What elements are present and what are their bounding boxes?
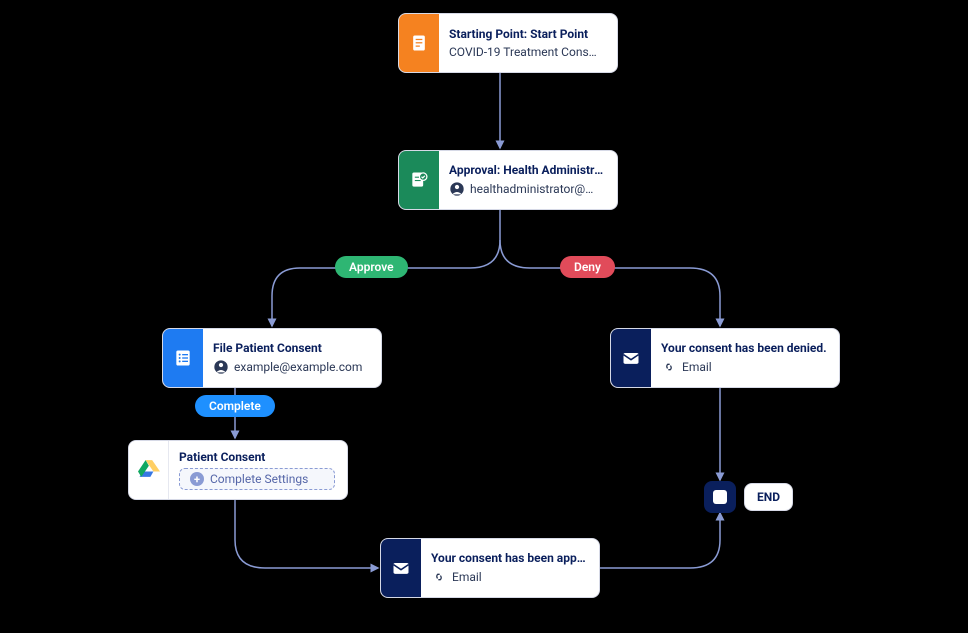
node-end[interactable]: END	[704, 481, 793, 513]
node-denied[interactable]: Your consent has been denied. Email	[610, 328, 840, 388]
end-label: END	[744, 483, 793, 511]
end-icon	[704, 481, 736, 513]
node-title: Starting Point: Start Point	[449, 27, 605, 41]
node-subtitle: healthadministrator@…	[449, 181, 605, 197]
email-icon	[611, 329, 651, 387]
node-title: Your consent has been denied.	[661, 341, 827, 355]
node-start[interactable]: Starting Point: Start Point COVID-19 Tre…	[398, 13, 618, 73]
node-title: Patient Consent	[179, 450, 335, 464]
node-subtitle: Email	[431, 569, 587, 585]
node-approval[interactable]: Approval: Health Administrat… healthadmi…	[398, 150, 618, 210]
node-title: File Patient Consent	[213, 341, 369, 355]
node-patient-consent[interactable]: Patient Consent + Complete Settings	[128, 440, 348, 500]
node-approved[interactable]: Your consent has been appro… Email	[380, 538, 600, 598]
email-icon	[381, 539, 421, 597]
link-icon	[661, 359, 677, 375]
branch-pill-deny: Deny	[560, 256, 615, 278]
person-icon	[213, 359, 229, 375]
document-icon	[399, 14, 439, 72]
branch-pill-complete: Complete	[195, 395, 275, 417]
node-title: Your consent has been appro…	[431, 551, 587, 565]
link-icon	[431, 569, 447, 585]
complete-settings-button[interactable]: + Complete Settings	[179, 468, 335, 490]
node-subtitle: example@example.com	[213, 359, 369, 375]
plus-icon: +	[190, 472, 204, 486]
form-icon	[163, 329, 203, 387]
google-drive-icon	[129, 441, 169, 499]
branch-pill-approve: Approve	[335, 256, 408, 278]
node-title: Approval: Health Administrat…	[449, 163, 605, 177]
node-subtitle: COVID-19 Treatment Cons…	[449, 45, 605, 59]
approval-icon	[399, 151, 439, 209]
person-icon	[449, 181, 465, 197]
node-subtitle: Email	[661, 359, 827, 375]
node-file-consent[interactable]: File Patient Consent example@example.com	[162, 328, 382, 388]
